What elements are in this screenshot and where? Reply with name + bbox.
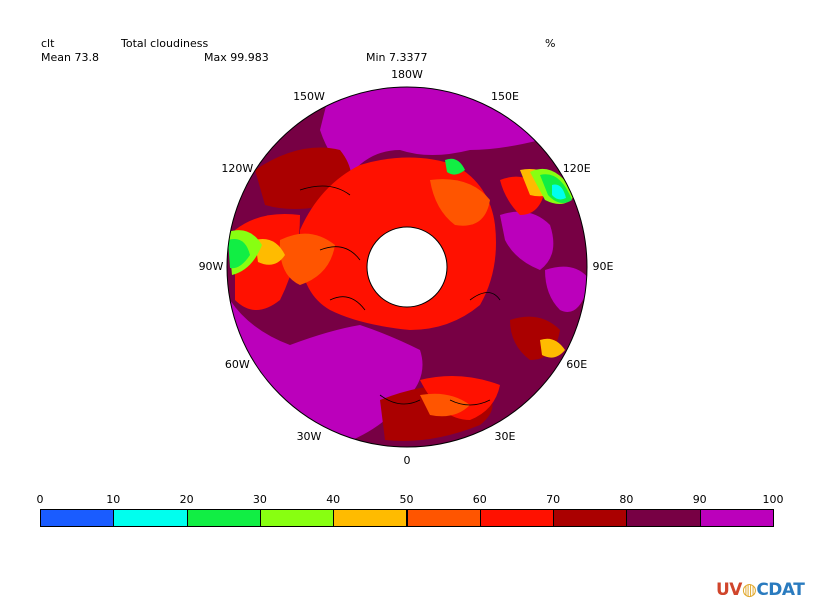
logo-part-1: UV [716,580,742,600]
longitude-label: 0 [403,454,411,467]
logo-part-3: DAT [768,580,805,600]
colorbar-tick-label: 90 [692,493,707,506]
logo-part-2: C [756,580,769,600]
colorbar-tick-label: 40 [326,493,341,506]
longitude-label: 60W [224,358,250,371]
longitude-label: 120W [221,162,254,175]
longitude-label: 150W [293,90,325,104]
colorbar-tick-label: 60 [472,493,487,506]
colorbar-tick-label: 10 [106,493,121,506]
longitude-label: 30W [296,429,322,443]
colorbar-swatch [406,509,481,527]
longitude-label: 180W [391,68,423,81]
pole-hole [366,226,448,308]
colorbar-tick-label: 20 [179,493,194,506]
colorbar-swatch [479,509,555,527]
colorbar-tick-label: 50 [399,493,414,506]
colorbar-swatch [113,509,188,527]
colorbar-tick-label: 30 [252,493,267,506]
longitude-label: 150E [491,90,519,104]
colorbar-tick-label: 100 [762,493,784,506]
colorbar-swatch [333,509,408,527]
longitude-label: 30E [494,429,516,443]
colorbar-tick-label: 70 [546,493,561,506]
longitude-label: 120E [562,162,591,175]
logo-globe-icon: ◍ [741,580,757,600]
longitude-label: 90W [198,260,224,273]
longitude-label: 60E [566,358,588,371]
colorbar-tick-label: 80 [619,493,634,506]
colorbar-swatch [259,509,335,527]
longitude-label: 90E [592,260,614,273]
colorbar-swatch [553,509,628,527]
colorbar-swatch [186,509,261,527]
colorbar-swatch [40,509,115,527]
colorbar-swatch [626,509,701,527]
colorbar-tick-label: 0 [36,493,44,506]
uvcdat-logo: UV◍CDAT [716,580,805,600]
colorbar-swatch [699,509,774,527]
